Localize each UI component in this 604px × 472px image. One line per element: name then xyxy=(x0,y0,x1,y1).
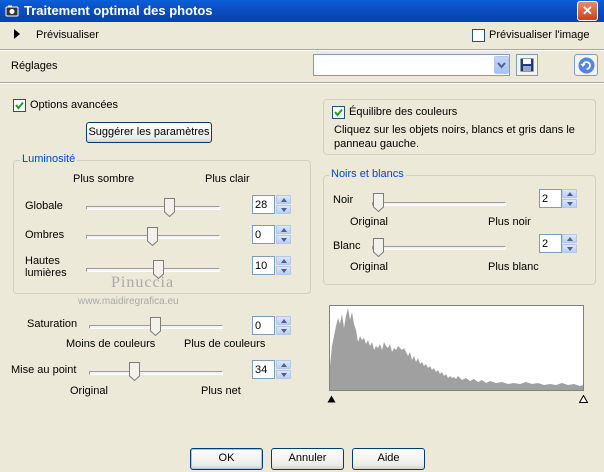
global-label: Globale xyxy=(25,200,63,212)
help-button[interactable]: Aide xyxy=(352,448,425,470)
histogram xyxy=(329,305,584,391)
focus-down-arrow-icon[interactable] xyxy=(276,370,291,379)
black-down-arrow-icon[interactable] xyxy=(562,199,577,208)
focus-original-label: Original xyxy=(70,385,108,397)
global-slider-thumb[interactable] xyxy=(164,198,175,218)
shadows-down-arrow-icon[interactable] xyxy=(276,235,291,244)
suggest-settings-button[interactable]: Suggérer les paramètres xyxy=(86,122,212,143)
black-label: Noir xyxy=(333,194,354,206)
reset-button[interactable] xyxy=(574,54,598,76)
color-balance-hint-line1: Cliquez sur les objets noirs, blancs et … xyxy=(334,124,575,136)
checkmark-icon xyxy=(334,108,343,117)
focus-label: Mise au point xyxy=(11,364,77,376)
lighter-label: Plus clair xyxy=(205,173,250,185)
divider xyxy=(0,49,604,51)
shadows-slider-thumb[interactable] xyxy=(147,227,158,247)
highlights-label-line2: lumières xyxy=(25,267,67,279)
saturation-value-input[interactable]: 0 xyxy=(252,316,275,335)
shadows-up-arrow-icon[interactable] xyxy=(276,225,291,234)
sharper-label: Plus net xyxy=(201,385,241,397)
black-white-legend: Noirs et blancs xyxy=(329,168,406,180)
white-up-arrow-icon[interactable] xyxy=(562,234,577,243)
highlights-up-arrow-icon[interactable] xyxy=(276,256,291,265)
global-down-arrow-icon[interactable] xyxy=(276,205,291,214)
whiter-label: Plus blanc xyxy=(488,261,539,273)
black-up-arrow-icon[interactable] xyxy=(562,189,577,198)
cancel-button[interactable]: Annuler xyxy=(271,448,344,470)
settings-label: Réglages xyxy=(11,60,58,72)
save-preset-button[interactable] xyxy=(516,54,538,76)
shadows-value-input[interactable]: 0 xyxy=(252,225,275,244)
more-colors-label: Plus de couleurs xyxy=(184,338,266,350)
highlights-down-arrow-icon[interactable] xyxy=(276,266,291,275)
dropdown-arrow-icon[interactable] xyxy=(494,56,509,74)
black-value-input[interactable]: 2 xyxy=(539,189,562,208)
watermark-name: Pinuccia xyxy=(111,274,175,291)
blacker-label: Plus noir xyxy=(488,216,531,228)
shadows-label: Ombres xyxy=(25,229,65,241)
focus-slider-track xyxy=(89,371,223,375)
advanced-options-checkbox[interactable] xyxy=(13,99,26,112)
ok-button[interactable]: OK xyxy=(190,448,263,470)
black-point-marker-icon[interactable] xyxy=(327,394,336,406)
black-slider-track xyxy=(372,202,506,206)
black-slider-thumb[interactable] xyxy=(373,193,384,213)
highlights-label: Hautes lumières xyxy=(25,255,67,279)
window-title: Traitement optimal des photos xyxy=(24,3,213,18)
advanced-options-label: Options avancées xyxy=(30,99,119,111)
expand-arrow-icon[interactable] xyxy=(14,29,20,42)
reset-icon xyxy=(578,57,595,77)
saturation-label: Saturation xyxy=(27,318,78,330)
close-button[interactable]: ✕ xyxy=(577,1,598,21)
color-balance-checkbox[interactable] xyxy=(332,106,345,119)
white-original-label: Original xyxy=(350,261,388,273)
white-slider-track xyxy=(372,246,506,250)
preview-toggle[interactable]: Prévisualiser xyxy=(36,29,99,41)
color-balance-label: Équilibre des couleurs xyxy=(349,106,458,118)
white-label: Blanc xyxy=(333,240,361,252)
preview-image-label: Prévisualiser l'image xyxy=(489,29,590,41)
less-colors-label: Moins de couleurs xyxy=(66,338,156,350)
focus-value-input[interactable]: 34 xyxy=(252,360,275,379)
highlights-label-line1: Hautes xyxy=(25,255,60,267)
highlights-value-input[interactable]: 10 xyxy=(252,256,275,275)
global-up-arrow-icon[interactable] xyxy=(276,195,291,204)
black-original-label: Original xyxy=(350,216,388,228)
white-point-marker-icon[interactable] xyxy=(578,394,589,406)
preset-dropdown[interactable] xyxy=(313,54,510,76)
white-down-arrow-icon[interactable] xyxy=(562,244,577,253)
global-value-input[interactable]: 28 xyxy=(252,195,275,214)
focus-up-arrow-icon[interactable] xyxy=(276,360,291,369)
color-balance-hint-line2: panneau gauche. xyxy=(334,138,420,150)
preview-image-checkbox[interactable] xyxy=(472,29,485,42)
white-slider-thumb[interactable] xyxy=(373,238,384,258)
focus-slider-thumb[interactable] xyxy=(129,362,140,382)
divider xyxy=(0,82,604,84)
title-bar: Traitement optimal des photos ✕ xyxy=(0,0,604,22)
histogram-graph xyxy=(330,308,583,390)
checkmark-icon xyxy=(15,101,24,110)
watermark-url: www.maidiregrafica.eu xyxy=(78,296,179,307)
saturation-up-arrow-icon[interactable] xyxy=(276,316,291,325)
saturation-down-arrow-icon[interactable] xyxy=(276,326,291,335)
white-value-input[interactable]: 2 xyxy=(539,234,562,253)
saturation-slider-thumb[interactable] xyxy=(150,317,161,337)
app-icon xyxy=(5,4,19,18)
save-icon xyxy=(520,58,534,75)
brightness-legend: Luminosité xyxy=(20,153,78,165)
darker-label: Plus sombre xyxy=(73,173,135,185)
global-slider-track xyxy=(86,206,220,210)
